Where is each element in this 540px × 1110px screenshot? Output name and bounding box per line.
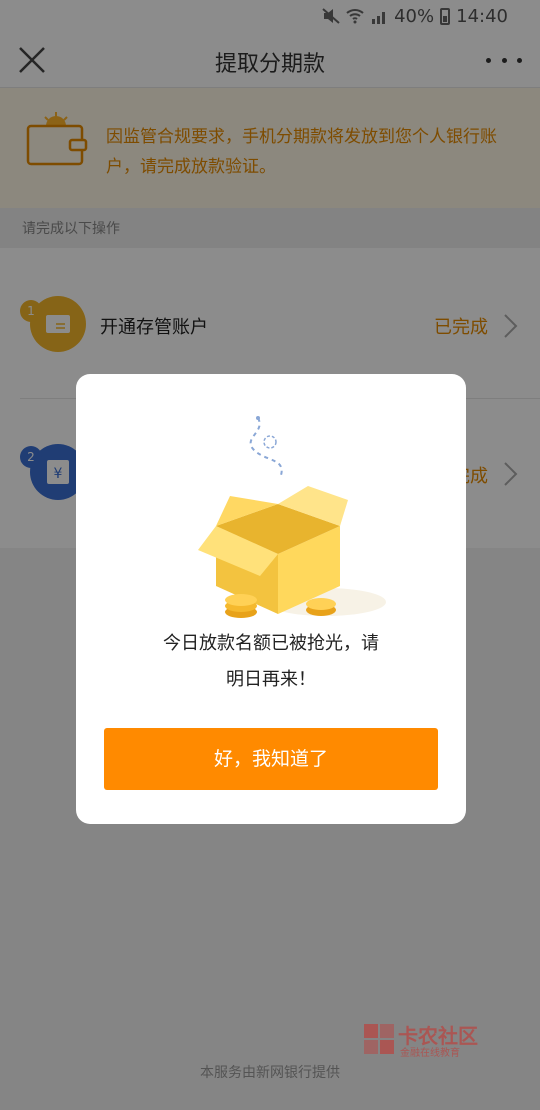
dialog-message: 今日放款名额已被抢光，请 明日再来！ xyxy=(146,626,396,698)
dialog-message-line-2: 明日再来！ xyxy=(226,669,316,690)
watermark-logo-icon xyxy=(364,1024,394,1054)
watermark-slogan: 金融在线教育 xyxy=(400,1048,460,1059)
confirm-button[interactable]: 好，我知道了 xyxy=(104,728,438,790)
empty-box-icon xyxy=(198,416,386,618)
watermark: 卡农社区 金融在线教育 xyxy=(362,1020,492,1060)
quota-exhausted-dialog: 今日放款名额已被抢光，请 明日再来！ 好，我知道了 xyxy=(76,374,466,824)
dialog-message-line-1: 今日放款名额已被抢光，请 xyxy=(163,633,379,654)
